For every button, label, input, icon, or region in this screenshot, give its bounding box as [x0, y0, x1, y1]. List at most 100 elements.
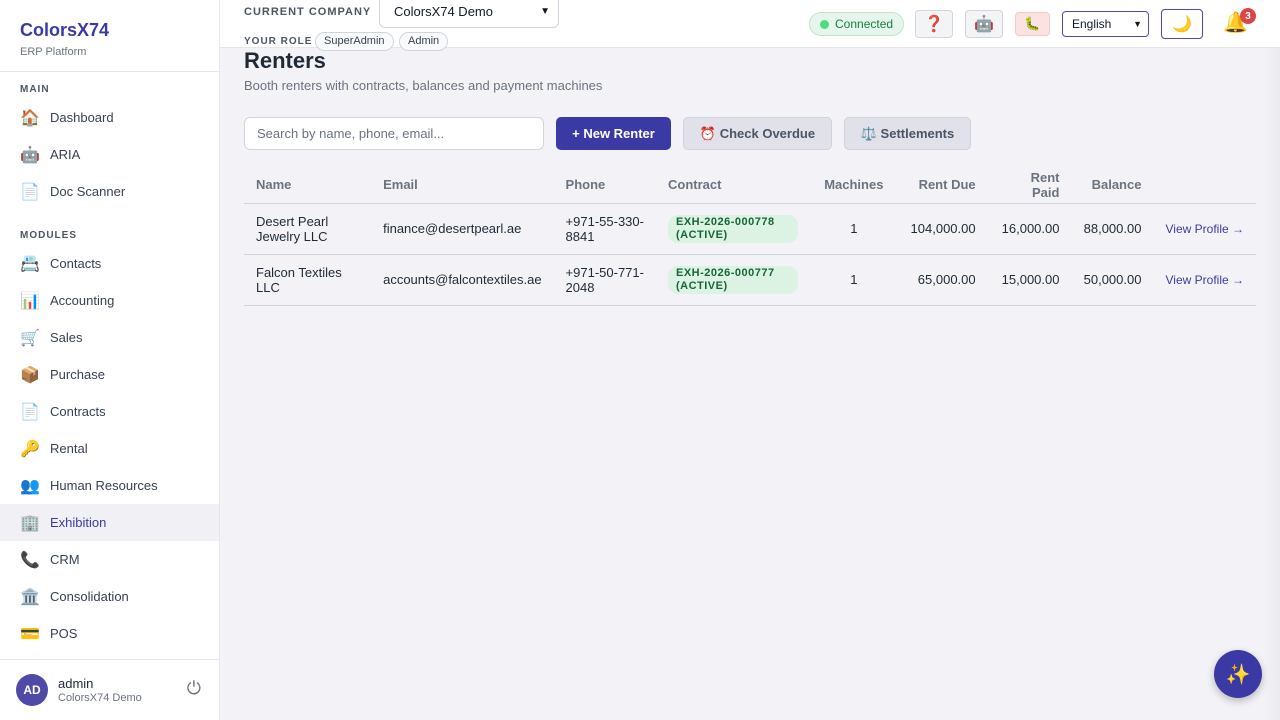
bug-report-button[interactable]: 🐛: [1015, 12, 1050, 36]
renter-balance: 88,000.00: [1071, 203, 1154, 255]
package-icon: 📦: [20, 366, 40, 384]
renter-contract-cell: EXH-2026-000777 (ACTIVE): [655, 254, 810, 306]
company-label: CURRENT COMPANY: [244, 6, 372, 18]
column-header-rent-due[interactable]: Rent Due: [897, 167, 988, 204]
brand-title[interactable]: ColorsX74: [20, 20, 199, 41]
bar-chart-icon: 📊: [20, 292, 40, 310]
renters-table: Name Email Phone Contract Machines Rent …: [244, 167, 1256, 306]
section-label-main: MAIN: [20, 84, 50, 95]
section-label-modules: MODULES: [20, 230, 77, 241]
renter-phone: +971-55-330-8841: [553, 203, 656, 255]
people-icon: 👥: [20, 477, 40, 495]
status-dot-icon: [820, 19, 829, 29]
sidebar-item-consolidation[interactable]: 🏛️ Consolidation: [0, 578, 219, 615]
robot-icon: 🤖: [20, 146, 40, 164]
sidebar: ColorsX74 ERP Platform MAIN 🏠 Dashboard …: [0, 0, 220, 720]
renter-rent-paid: 16,000.00: [987, 203, 1072, 255]
sidebar-item-human-resources[interactable]: 👥 Human Resources: [0, 467, 219, 504]
connection-status-badge: Connected: [809, 12, 905, 36]
home-icon: 🏠: [20, 109, 40, 127]
credit-card-icon: 💳: [20, 625, 40, 643]
language-select[interactable]: English ▼: [1062, 11, 1149, 37]
sparkles-icon: ✨: [1225, 663, 1251, 686]
renter-email: accounts@falcontextiles.ae: [371, 254, 554, 306]
sidebar-item-accounting[interactable]: 📊 Accounting: [0, 282, 219, 319]
column-header-email[interactable]: Email: [371, 167, 554, 204]
bank-icon: 🏛️: [20, 588, 40, 606]
user-panel: AD admin ColorsX74 Demo ⏻: [0, 659, 219, 720]
column-header-balance[interactable]: Balance: [1071, 167, 1154, 204]
document-icon: 📄: [20, 403, 40, 421]
sidebar-item-label: ARIA: [50, 147, 81, 162]
power-icon[interactable]: ⏻: [187, 678, 201, 699]
user-info: admin ColorsX74 Demo: [58, 676, 142, 704]
renter-name: Desert Pearl Jewelry LLC: [244, 203, 372, 255]
view-profile-link[interactable]: View Profile →: [1166, 222, 1244, 236]
help-button[interactable]: ❓: [915, 10, 953, 38]
column-header-rent-paid[interactable]: Rent Paid: [987, 167, 1072, 204]
renter-machines: 1: [809, 254, 898, 306]
column-header-name[interactable]: Name: [244, 167, 372, 204]
avatar[interactable]: AD: [16, 674, 48, 706]
renter-rent-paid: 15,000.00: [987, 254, 1072, 306]
new-renter-button[interactable]: + New Renter: [556, 117, 671, 150]
sidebar-item-aria[interactable]: 🤖 ARIA: [0, 136, 219, 173]
renter-balance: 50,000.00: [1071, 254, 1154, 306]
table-row[interactable]: Desert Pearl Jewelry LLC finance@desertp…: [244, 203, 1256, 255]
main-nav: 🏠 Dashboard 🤖 ARIA 📄 Doc Scanner: [0, 99, 219, 210]
sidebar-item-doc-scanner[interactable]: 📄 Doc Scanner: [0, 173, 219, 210]
brand: ColorsX74 ERP Platform: [0, 0, 219, 72]
renter-phone: +971-50-771-2048: [553, 254, 656, 306]
table-row[interactable]: Falcon Textiles LLC accounts@falcontexti…: [244, 254, 1256, 306]
sidebar-item-label: Purchase: [50, 367, 105, 382]
language-select-value: English: [1072, 17, 1112, 31]
column-header-contract[interactable]: Contract: [655, 167, 810, 204]
sidebar-item-label: Human Resources: [50, 478, 158, 493]
contract-badge: EXH-2026-000777 (ACTIVE): [667, 265, 798, 294]
role-badge-superadmin: SuperAdmin: [315, 32, 394, 51]
cart-icon: 🛒: [20, 329, 40, 347]
sidebar-item-label: Exhibition: [50, 515, 107, 530]
settlements-button[interactable]: ⚖️ Settlements: [844, 117, 971, 150]
sidebar-item-pos[interactable]: 💳 POS: [0, 615, 219, 652]
contract-badge: EXH-2026-000778 (ACTIVE): [667, 214, 798, 243]
bug-icon: 🐛: [1024, 16, 1041, 31]
sidebar-item-label: Contracts: [50, 404, 106, 419]
user-name: admin: [58, 676, 94, 691]
sidebar-item-rental[interactable]: 🔑 Rental: [0, 430, 219, 467]
ai-assistant-fab[interactable]: ✨: [1214, 650, 1262, 698]
moon-icon: 🌙: [1172, 16, 1192, 33]
sidebar-item-crm[interactable]: 📞 CRM: [0, 541, 219, 578]
view-profile-link[interactable]: View Profile →: [1166, 273, 1244, 287]
renter-email: finance@desertpearl.ae: [371, 203, 554, 255]
user-company: ColorsX74 Demo: [58, 692, 142, 704]
check-overdue-button[interactable]: ⏰ Check Overdue: [683, 117, 832, 150]
role-label: YOUR ROLE: [244, 36, 313, 47]
column-header-machines[interactable]: Machines: [809, 167, 898, 204]
table-header-row: Name Email Phone Contract Machines Rent …: [244, 167, 1256, 204]
sidebar-item-contacts[interactable]: 📇 Contacts: [0, 245, 219, 282]
assistant-button[interactable]: 🤖: [965, 10, 1003, 38]
connection-status-text: Connected: [835, 17, 894, 31]
sidebar-item-label: Accounting: [50, 293, 115, 308]
modules-nav: 📇 Contacts 📊 Accounting 🛒 Sales 📦 Purcha…: [0, 245, 219, 652]
search-input[interactable]: [244, 117, 544, 150]
column-header-phone[interactable]: Phone: [553, 167, 656, 204]
sidebar-item-contracts[interactable]: 📄 Contracts: [0, 393, 219, 430]
sidebar-item-label: Sales: [50, 330, 83, 345]
scroll-shade: [1264, 48, 1280, 720]
top-header: CURRENT COMPANY ColorsX74 Demo ▼ YOUR RO…: [220, 0, 1280, 51]
chevron-down-icon: ▼: [1133, 19, 1142, 29]
sidebar-item-label: CRM: [50, 552, 80, 567]
sidebar-item-sales[interactable]: 🛒 Sales: [0, 319, 219, 356]
renter-contract-cell: EXH-2026-000778 (ACTIVE): [655, 203, 810, 255]
notification-count-badge: 3: [1240, 8, 1256, 24]
page-title: Renters: [244, 48, 326, 73]
sidebar-item-label: Dashboard: [50, 110, 114, 125]
sidebar-item-label: POS: [50, 626, 78, 641]
company-select[interactable]: ColorsX74 Demo ▼: [379, 0, 559, 28]
sidebar-item-purchase[interactable]: 📦 Purchase: [0, 356, 219, 393]
theme-toggle-button[interactable]: 🌙: [1161, 9, 1203, 39]
sidebar-item-dashboard[interactable]: 🏠 Dashboard: [0, 99, 219, 136]
sidebar-item-exhibition[interactable]: 🏢 Exhibition: [0, 504, 219, 541]
